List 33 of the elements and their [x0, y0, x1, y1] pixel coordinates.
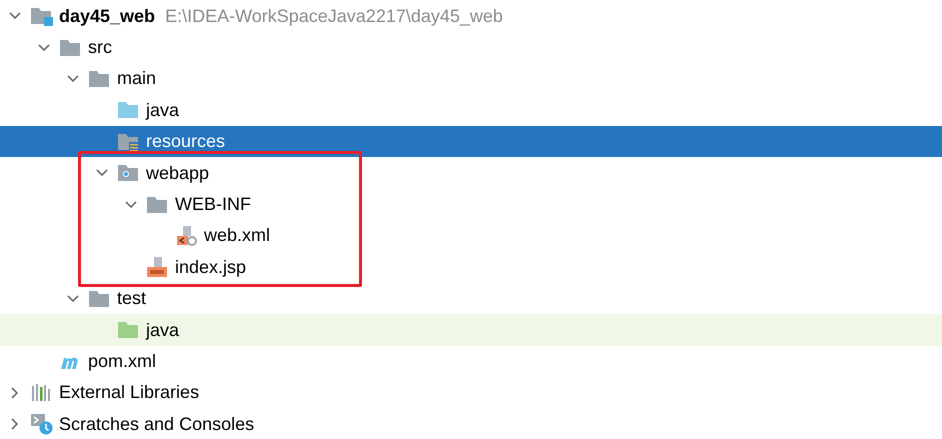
- node-label: java: [146, 320, 180, 341]
- tree-row[interactable]: External Libraries: [0, 377, 942, 409]
- tree-row[interactable]: src: [0, 32, 942, 64]
- tree-row[interactable]: pom.xml: [0, 346, 942, 378]
- node-label: resources: [146, 131, 226, 152]
- node-label: java: [146, 100, 180, 121]
- node-label: index.jsp: [175, 256, 246, 278]
- scratches-icon: [30, 413, 54, 436]
- node-label: web.xml: [204, 225, 270, 246]
- tree-row[interactable]: index.jsp: [0, 252, 942, 284]
- node-label: webapp: [146, 162, 210, 184]
- node-label: pom.xml: [88, 350, 156, 372]
- node-label: External Libraries: [59, 382, 200, 404]
- jsp-file-icon: [146, 256, 170, 278]
- node-label: Scratches and Consoles: [59, 414, 254, 435]
- tree-row[interactable]: WEB-INF: [0, 188, 942, 220]
- xml-file-icon: [175, 224, 199, 247]
- module-path: E:\IDEA-WorkSpaceJava2217\day45_web: [165, 6, 503, 27]
- node-label: WEB-INF: [175, 194, 251, 216]
- tree-row[interactable]: day45_web E:\IDEA-WorkSpaceJava2217\day45_web: [0, 0, 942, 32]
- node-label: day45_web: [59, 6, 156, 27]
- tree-row[interactable]: web.xml: [0, 220, 942, 252]
- node-label: test: [117, 288, 146, 310]
- tree-row[interactable]: java: [0, 94, 942, 126]
- tree-row[interactable]: resources: [0, 126, 942, 158]
- tree-row[interactable]: webapp: [0, 157, 942, 189]
- node-label: src: [88, 37, 112, 58]
- tree-row[interactable]: test: [0, 283, 942, 314]
- module-folder-icon: [30, 5, 54, 28]
- tree-row[interactable]: Scratches and Consoles: [0, 408, 942, 439]
- tree-row[interactable]: main: [0, 63, 942, 95]
- node-label: main: [117, 68, 156, 90]
- tree-row[interactable]: java: [0, 314, 942, 346]
